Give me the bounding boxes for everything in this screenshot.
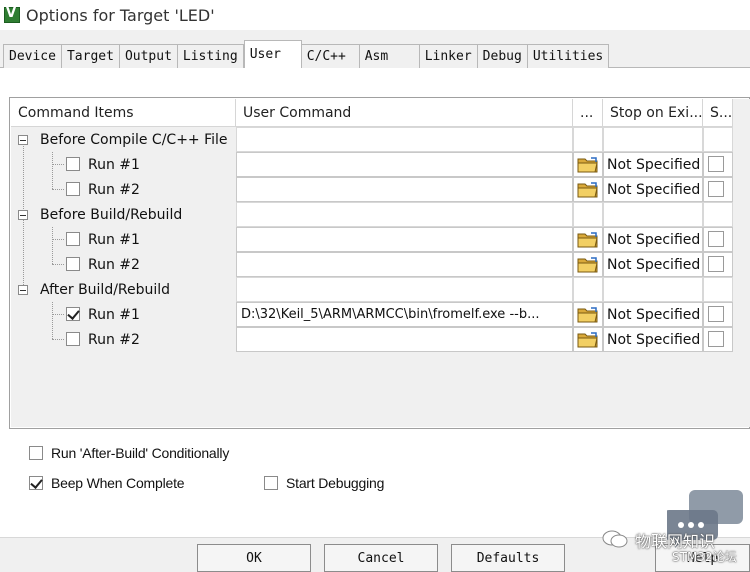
cancel-button[interactable]: Cancel [324,544,438,572]
group-row-cell [703,277,733,302]
tree-line [52,264,64,265]
stop-on-exit-select[interactable]: Not Specified [603,227,703,252]
stop-on-exit-select[interactable]: Not Specified [603,252,703,277]
header-user-command[interactable]: User Command [236,99,573,127]
run-checkbox[interactable] [66,332,80,346]
start-debugging-checkbox[interactable] [264,476,278,490]
tab-utilities[interactable]: Utilities [527,44,610,68]
stop-on-exit-select[interactable]: Not Specified [603,302,703,327]
group-row-cell [573,127,603,152]
s-checkbox[interactable] [708,256,724,272]
group-before-compile[interactable]: Before Compile C/C++ File [40,127,228,152]
run-checkbox[interactable] [66,182,80,196]
folder-icon[interactable] [577,306,599,324]
tree-line [52,314,64,315]
tab-listing[interactable]: Listing [177,44,244,68]
beep-when-complete-label: Beep When Complete [51,475,185,491]
run-label: Run #2 [88,331,140,348]
user-command-input[interactable]: D:\32\Keil_5\ARM\ARMCC\bin\fromelf.exe -… [236,302,573,327]
stop-on-exit-select[interactable]: Not Specified [603,327,703,352]
group-before-build[interactable]: Before Build/Rebuild [40,202,182,227]
user-command-input[interactable] [236,327,573,352]
stop-on-exit-select[interactable]: Not Specified [603,152,703,177]
tab-linker[interactable]: Linker [419,44,478,68]
tree-line [52,164,64,165]
run-checkbox[interactable] [66,232,80,246]
group-row-cell [603,202,703,227]
run-checkbox[interactable] [66,257,80,271]
tab-asm[interactable]: Asm [359,44,420,68]
folder-icon[interactable] [577,331,599,349]
collapse-toggle-before-build[interactable] [18,210,28,220]
tree-line [52,239,64,240]
folder-icon[interactable] [577,231,599,249]
group-row-cell [236,202,573,227]
s-checkbox[interactable] [708,181,724,197]
defaults-button[interactable]: Defaults [451,544,565,572]
s-checkbox[interactable] [708,156,724,172]
tree-line [52,339,64,340]
window-title: Options for Target 'LED' [26,5,215,25]
header-stop-on-exit[interactable]: Stop on Exi... [603,99,703,127]
stop-on-exit-select[interactable]: Not Specified [603,177,703,202]
s-checkbox[interactable] [708,231,724,247]
tab-device[interactable]: Device [3,44,62,68]
run-after-build-conditionally-checkbox[interactable] [29,446,43,460]
run-checkbox-checked[interactable] [66,307,80,321]
folder-icon[interactable] [577,156,599,174]
group-row-cell [603,277,703,302]
folder-icon[interactable] [577,181,599,199]
tree-line [52,152,53,189]
watermark-subtext: STM32论坛 [672,550,737,564]
group-row-cell [573,202,603,227]
group-row-cell [236,127,573,152]
group-row-cell [236,277,573,302]
user-command-input[interactable] [236,152,573,177]
user-command-input[interactable] [236,177,573,202]
folder-icon[interactable] [577,256,599,274]
beep-when-complete-checkbox[interactable] [29,476,43,490]
title-bar: Options for Target 'LED' [0,0,750,30]
tree-line [52,227,53,264]
header-command-items[interactable]: Command Items [11,99,236,127]
wechat-icon [602,530,628,548]
ok-button[interactable]: OK [197,544,311,572]
s-checkbox[interactable] [708,306,724,322]
group-row-cell [703,127,733,152]
collapse-toggle-after-build[interactable] [18,285,28,295]
header-s[interactable]: S... [703,99,733,127]
group-row-cell [603,127,703,152]
run-label: Run #1 [88,156,140,173]
collapse-toggle-before-compile[interactable] [18,135,28,145]
tab-debug[interactable]: Debug [477,44,528,68]
start-debugging-label: Start Debugging [286,475,385,491]
user-command-input[interactable] [236,227,573,252]
tab-strip: Device Target Output Listing User C/C++ … [0,40,750,68]
keil-app-icon [4,6,20,23]
run-checkbox[interactable] [66,157,80,171]
group-row-cell [703,202,733,227]
run-label: Run #2 [88,181,140,198]
tab-cpp[interactable]: C/C++ [301,44,360,68]
tab-user[interactable]: User [243,40,302,68]
s-checkbox[interactable] [708,331,724,347]
user-command-input[interactable] [236,252,573,277]
tree-line [52,302,53,339]
run-label: Run #1 [88,231,140,248]
run-after-build-conditionally-label: Run 'After-Build' Conditionally [51,445,230,461]
group-after-build[interactable]: After Build/Rebuild [40,277,170,302]
header-browse[interactable]: ... [573,99,603,127]
tab-target[interactable]: Target [61,44,120,68]
group-row-cell [573,277,603,302]
tree-line [52,189,64,190]
run-label: Run #1 [88,306,140,323]
run-label: Run #2 [88,256,140,273]
tab-output[interactable]: Output [119,44,178,68]
